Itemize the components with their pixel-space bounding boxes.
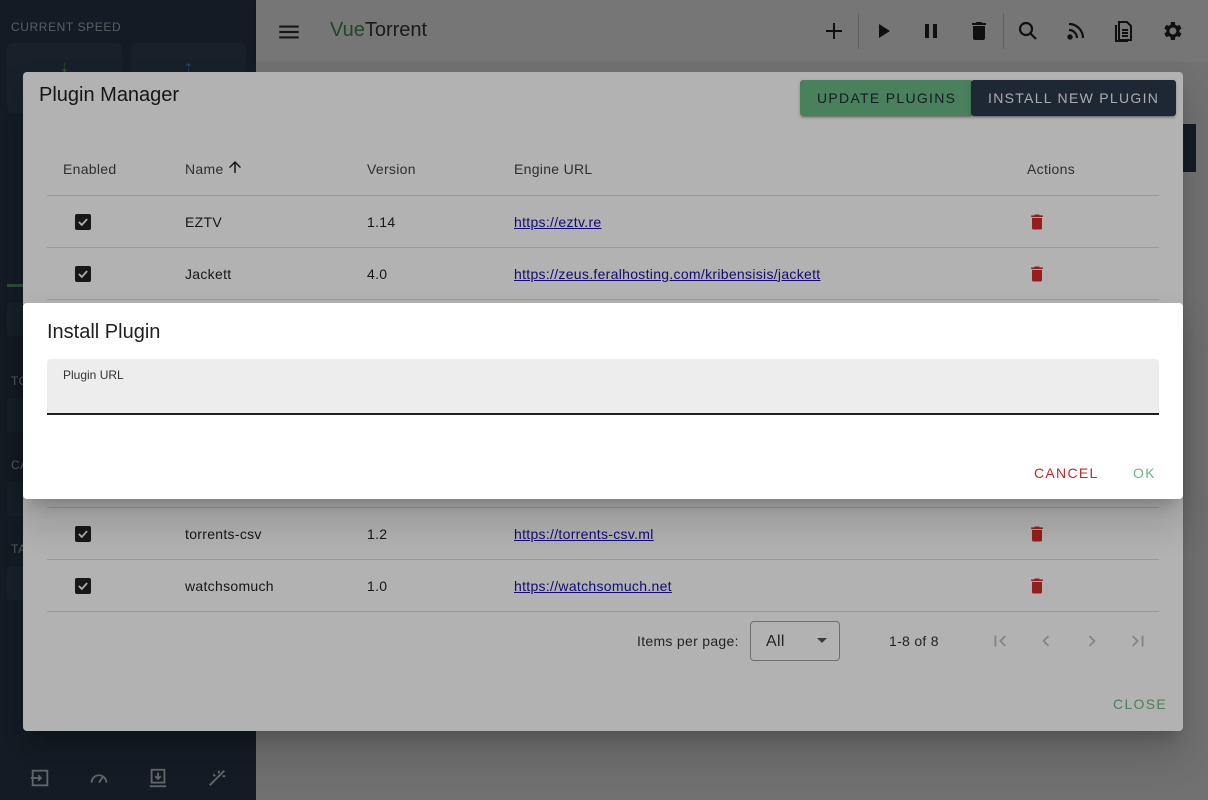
plugin-url-field[interactable]: Plugin URL (47, 359, 1159, 415)
ok-button[interactable]: OK (1133, 465, 1156, 481)
plugin-url-input[interactable] (63, 385, 1143, 409)
plugin-url-label: Plugin URL (63, 368, 124, 382)
install-plugin-dialog: Install Plugin Plugin URL CANCEL OK (23, 303, 1183, 499)
cancel-button[interactable]: CANCEL (1034, 465, 1099, 481)
dialog-title: Install Plugin (47, 321, 161, 343)
